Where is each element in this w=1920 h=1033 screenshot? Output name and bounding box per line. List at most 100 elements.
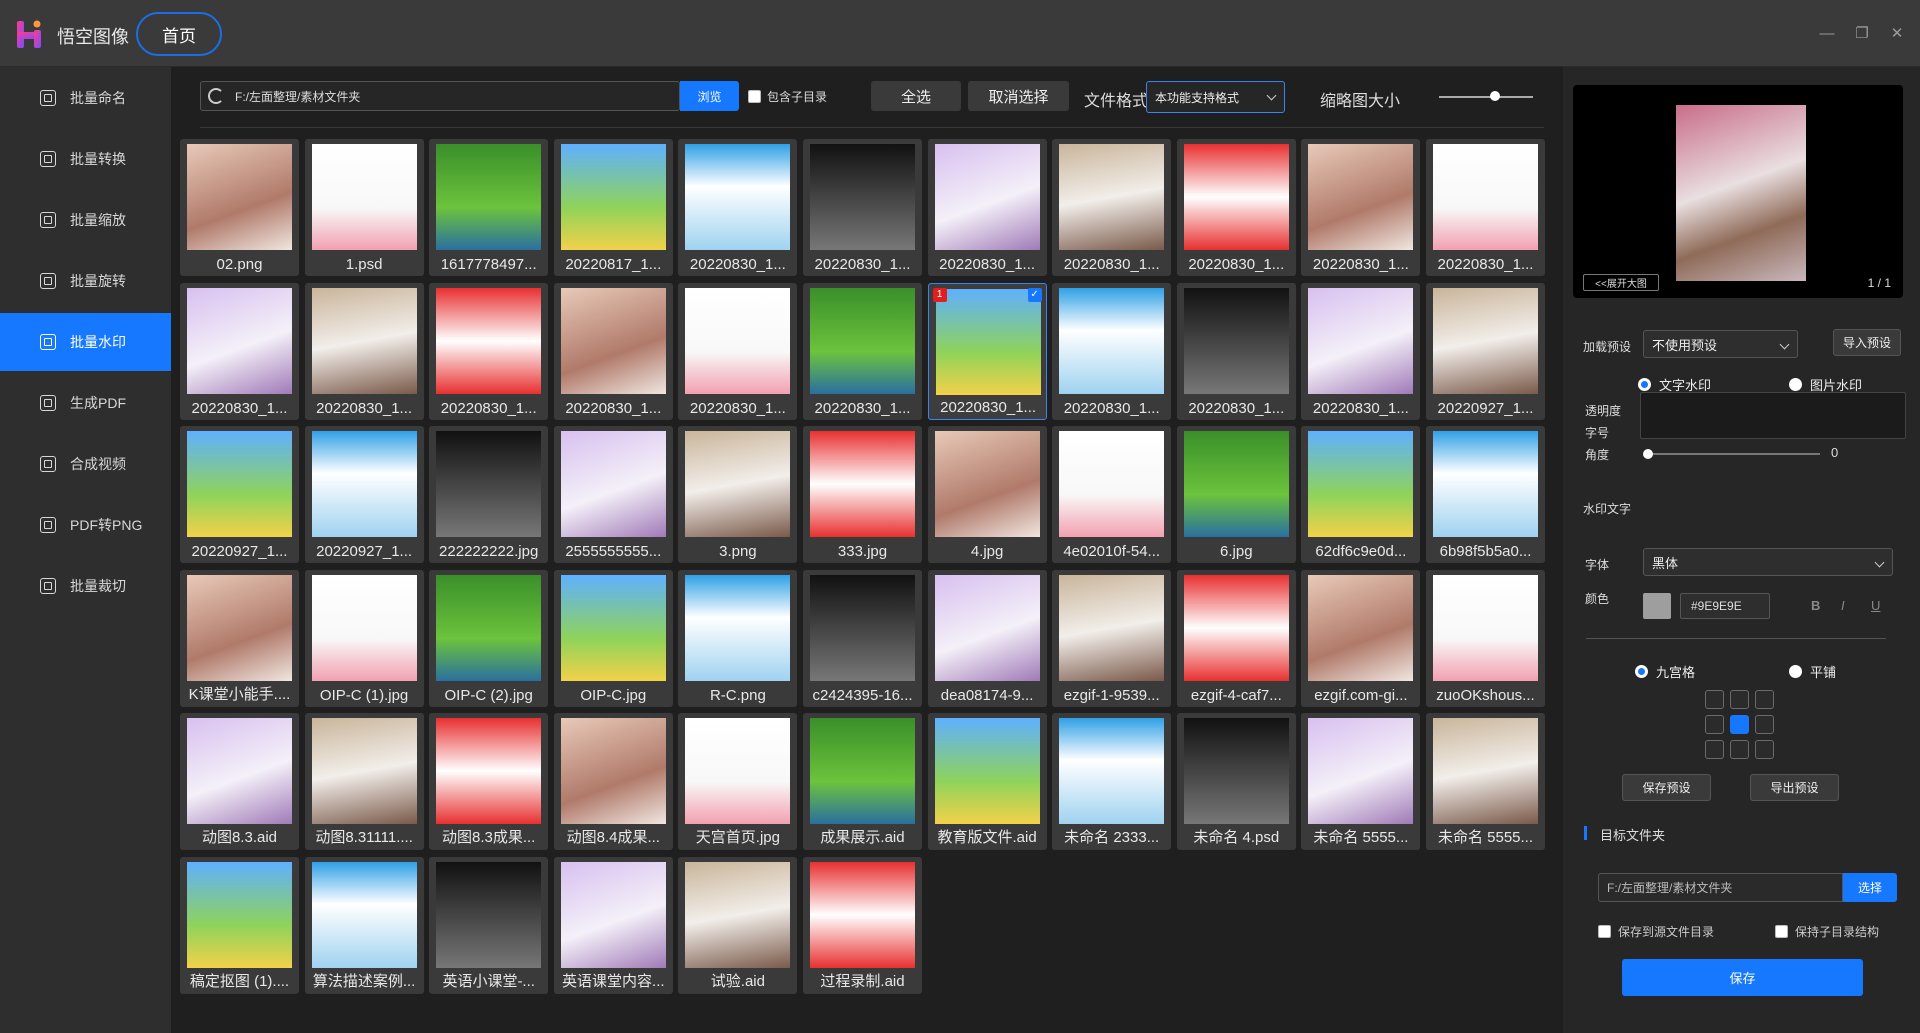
file-tile[interactable]: 20220927_1... xyxy=(180,426,299,563)
file-thumbnail[interactable] xyxy=(1308,287,1414,394)
file-tile[interactable]: 教育版文件.aid xyxy=(927,713,1047,850)
file-thumbnail[interactable] xyxy=(685,431,791,537)
file-tile[interactable]: 20220927_1... xyxy=(1426,282,1545,420)
sidebar-item-7[interactable]: PDF转PNG xyxy=(0,496,171,554)
file-tile[interactable]: R-C.png xyxy=(678,569,798,707)
file-thumbnail[interactable] xyxy=(934,718,1040,824)
file-thumbnail[interactable] xyxy=(311,287,417,394)
keep-structure-checkbox[interactable]: 保持子目录结构 xyxy=(1775,923,1879,940)
path-input[interactable]: F:/左面整理/素材文件夹 xyxy=(200,81,680,111)
file-thumbnail[interactable] xyxy=(436,574,542,681)
file-tile[interactable]: 20220830_1... xyxy=(1052,282,1172,420)
file-thumbnail[interactable] xyxy=(685,574,791,681)
expand-preview-button[interactable]: <<展开大图 xyxy=(1583,274,1659,291)
file-thumbnail[interactable] xyxy=(1183,144,1289,250)
checkbox-icon[interactable] xyxy=(748,90,761,103)
file-tile[interactable]: 未命名 5555... xyxy=(1426,713,1545,850)
file-tile[interactable]: 20220830_1... xyxy=(429,282,549,420)
file-thumbnail[interactable] xyxy=(1183,718,1289,824)
radio-icon[interactable] xyxy=(1635,665,1648,678)
sidebar-item-5[interactable]: 生成PDF xyxy=(0,374,171,432)
italic-icon[interactable]: I xyxy=(1841,598,1845,613)
file-tile[interactable]: 20220817_1... xyxy=(553,139,673,276)
file-thumbnail[interactable] xyxy=(311,144,417,250)
file-thumbnail[interactable] xyxy=(1433,431,1538,537)
file-thumbnail[interactable] xyxy=(934,574,1040,681)
file-thumbnail[interactable] xyxy=(436,718,542,824)
sidebar-item-4[interactable]: 批量水印 xyxy=(0,313,171,371)
file-thumbnail[interactable] xyxy=(810,287,915,394)
file-thumbnail[interactable] xyxy=(1308,431,1414,537)
angle-slider-knob[interactable] xyxy=(1643,449,1653,459)
file-thumbnail[interactable] xyxy=(1183,574,1289,681)
file-tile[interactable]: 62df6c9e0d... xyxy=(1301,426,1421,563)
file-tile[interactable]: 20220830_1... xyxy=(927,139,1047,276)
format-select[interactable]: 本功能支持格式 xyxy=(1146,81,1285,113)
file-thumbnail[interactable] xyxy=(685,287,791,394)
file-thumbnail[interactable] xyxy=(436,861,542,968)
sidebar-item-8[interactable]: 批量裁切 xyxy=(0,557,171,615)
color-hex-input[interactable]: #9E9E9E xyxy=(1680,593,1770,619)
file-thumbnail[interactable] xyxy=(685,144,791,250)
checkbox-icon[interactable] xyxy=(1598,925,1611,938)
file-tile[interactable]: OIP-C (2).jpg xyxy=(429,569,549,707)
file-thumbnail[interactable] xyxy=(1433,144,1538,250)
file-thumbnail[interactable] xyxy=(1059,287,1165,394)
file-thumbnail[interactable] xyxy=(560,861,666,968)
file-tile[interactable]: 4e02010f-54... xyxy=(1052,426,1172,563)
file-thumbnail[interactable] xyxy=(685,861,791,968)
file-thumbnail[interactable] xyxy=(560,287,666,394)
file-thumbnail[interactable] xyxy=(187,287,292,394)
radio-icon[interactable] xyxy=(1638,378,1651,391)
file-tile[interactable]: 2555555555... xyxy=(553,426,673,563)
file-thumbnail[interactable] xyxy=(1433,287,1538,394)
file-thumbnail[interactable] xyxy=(1183,431,1289,537)
file-tile[interactable]: 20220830_1... xyxy=(678,139,798,276)
file-tile[interactable]: 20220830_1... xyxy=(678,282,798,420)
sidebar-item-3[interactable]: 批量旋转 xyxy=(0,252,171,310)
file-tile[interactable]: K课堂小能手.... xyxy=(180,569,299,707)
file-thumbnail[interactable] xyxy=(560,574,666,681)
thumb-size-slider-knob[interactable] xyxy=(1490,91,1501,101)
position-cell[interactable] xyxy=(1705,690,1724,709)
file-thumbnail[interactable] xyxy=(560,718,666,824)
refresh-icon[interactable] xyxy=(208,88,224,104)
file-thumbnail[interactable] xyxy=(810,861,915,968)
file-tile[interactable]: 稿定抠图 (1).... xyxy=(180,856,299,994)
close-icon[interactable]: ✕ xyxy=(1887,24,1907,44)
file-tile[interactable]: 20220830_1... xyxy=(1176,282,1296,420)
file-tile[interactable]: dea08174-9... xyxy=(927,569,1047,707)
watermark-text-input[interactable] xyxy=(1640,392,1906,439)
home-tab[interactable]: 首页 xyxy=(136,12,222,56)
file-tile[interactable]: 1617778497... xyxy=(429,139,549,276)
file-thumbnail[interactable] xyxy=(1059,718,1165,824)
include-subdir-checkbox[interactable]: 包含子目录 xyxy=(748,88,827,105)
file-tile[interactable]: 动图8.3.aid xyxy=(180,713,299,850)
file-tile[interactable]: ezgif-4-caf7... xyxy=(1176,569,1296,707)
radio-icon[interactable] xyxy=(1789,378,1802,391)
file-tile[interactable]: 20220830_1... xyxy=(180,282,299,420)
sidebar-item-6[interactable]: 合成视频 xyxy=(0,435,171,493)
file-thumbnail[interactable] xyxy=(810,574,915,681)
file-thumbnail[interactable] xyxy=(436,431,542,537)
file-tile[interactable]: 3.png xyxy=(678,426,798,563)
file-thumbnail[interactable] xyxy=(935,288,1041,395)
file-thumbnail[interactable] xyxy=(187,144,292,250)
file-tile[interactable]: 动图8.31111.... xyxy=(304,713,424,850)
file-thumbnail[interactable] xyxy=(934,431,1040,537)
file-thumbnail[interactable] xyxy=(1308,718,1414,824)
position-cell[interactable] xyxy=(1755,715,1774,734)
file-tile[interactable]: 6.jpg xyxy=(1176,426,1296,563)
file-thumbnail[interactable] xyxy=(810,144,915,250)
file-tile[interactable]: 20220830_1... xyxy=(1301,139,1421,276)
tile-layout-radio[interactable]: 平铺 xyxy=(1789,662,1836,681)
font-select[interactable]: 黑体 xyxy=(1643,548,1893,576)
file-tile[interactable]: 20220927_1... xyxy=(304,426,424,563)
position-cell[interactable] xyxy=(1705,715,1724,734)
file-tile[interactable]: 20220830_1... xyxy=(553,282,673,420)
position-cell[interactable] xyxy=(1730,740,1749,759)
position-cell[interactable] xyxy=(1730,690,1749,709)
file-thumbnail[interactable] xyxy=(436,287,542,394)
save-preset-button[interactable]: 保存预设 xyxy=(1622,774,1711,801)
file-thumbnail[interactable] xyxy=(934,144,1040,250)
